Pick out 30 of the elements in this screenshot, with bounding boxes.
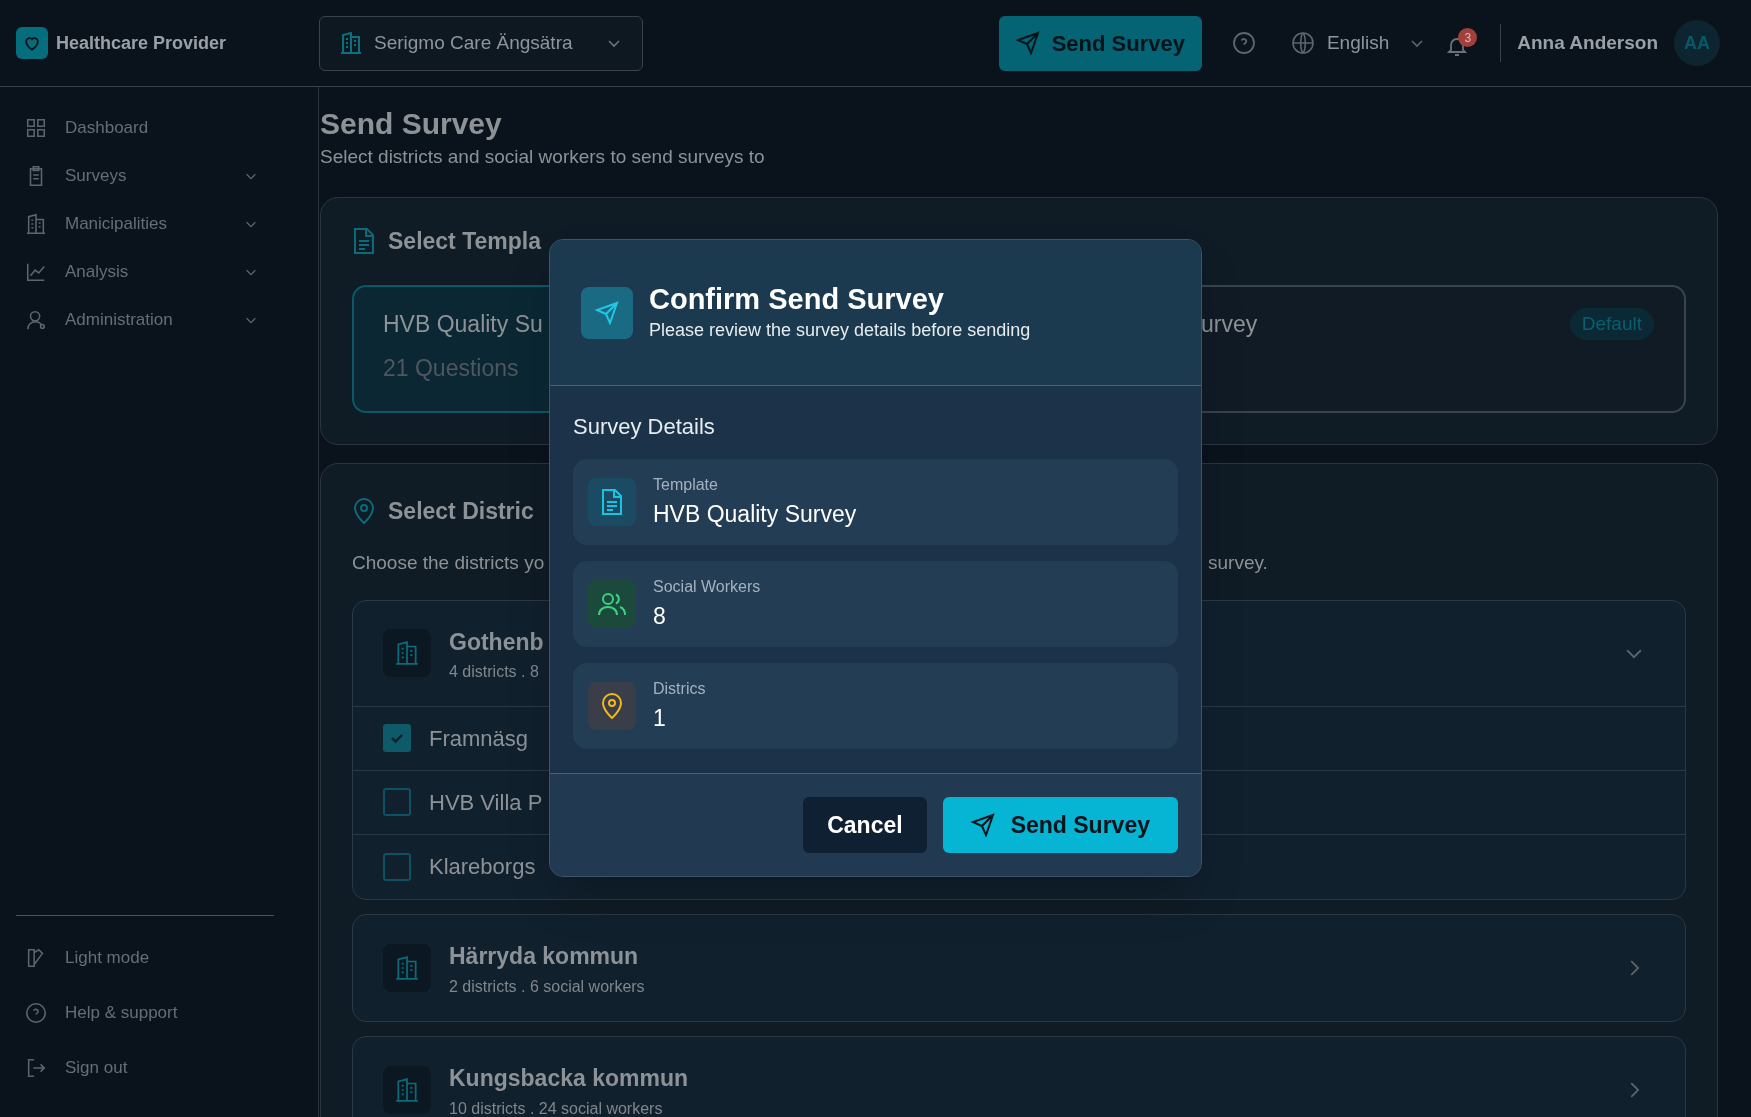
municipality-name: Härryda kommun (449, 942, 639, 972)
district-name: Klareborgs (429, 853, 536, 881)
dialog-title: Confirm Send Survey (649, 281, 945, 317)
user-name: Anna Anderson (1517, 30, 1658, 55)
template-title: HVB Quality Su (383, 309, 543, 339)
detail-label: Districs (653, 678, 706, 699)
district-name: Framnäsg (429, 724, 529, 753)
detail-value: 8 (653, 601, 667, 631)
question-count: 21 Questions (383, 354, 520, 383)
page-subtitle: Select districts and social workers to send surveys to (320, 145, 766, 169)
section-title: Select Distric (388, 496, 534, 526)
detail-value: HVB Quality Survey (653, 499, 857, 529)
district-name: HVB Villa P (429, 788, 543, 817)
notification-badge: 3 (1458, 28, 1478, 47)
section-description: survey. (1208, 551, 1268, 575)
municipality-summary: 2 districts . 6 social workers (449, 977, 645, 996)
detail-label: Social Workers (653, 576, 761, 597)
section-description: Choose the districts yo (352, 552, 545, 573)
default-badge: Default (1569, 307, 1654, 340)
page-title: Send Survey (320, 106, 503, 142)
brand-name: Healthcare Provider (56, 31, 227, 55)
detail-value: 1 (653, 703, 667, 733)
template-title: urvey (1201, 309, 1258, 339)
municipality-name: Kungsbacka kommun (449, 1064, 688, 1094)
municipality-summary: 4 districts . 8 (449, 663, 539, 682)
municipality-summary: 10 districts . 24 social workers (449, 1099, 663, 1117)
municipality-name: Gothenb (449, 627, 544, 657)
detail-label: Template (653, 474, 719, 495)
section-title: Select Templa (388, 227, 541, 256)
details-heading: Survey Details (573, 413, 716, 441)
